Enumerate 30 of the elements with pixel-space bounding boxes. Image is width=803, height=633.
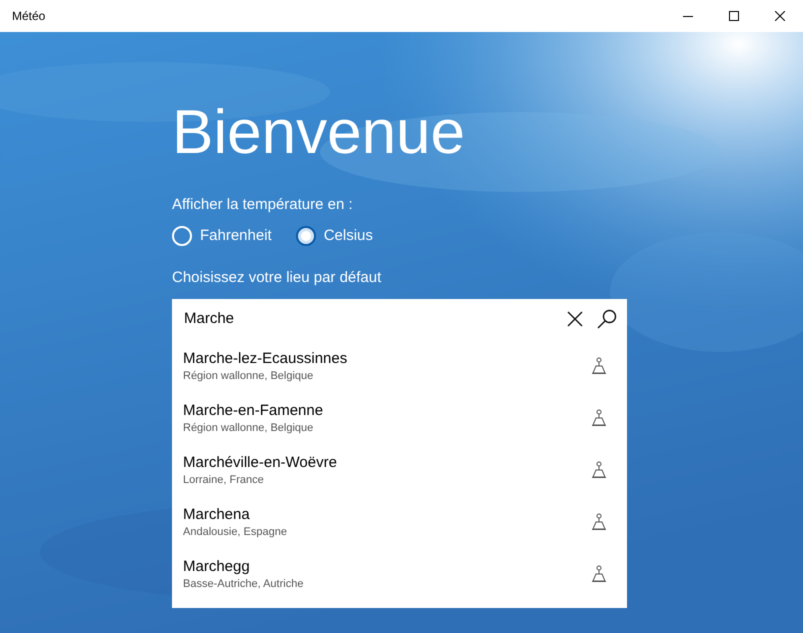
maximize-icon	[729, 11, 739, 21]
temperature-label: Afficher la température en :	[172, 195, 353, 215]
search-icon[interactable]	[595, 307, 619, 331]
region-name: Région wallonne, Belgique	[183, 368, 314, 382]
search-field[interactable]: Marche	[184, 308, 563, 330]
city-name: Marchegg	[183, 556, 250, 576]
welcome-heading: Bienvenue	[172, 102, 466, 164]
city-name: Marche-lez-Ecaussinnes	[183, 348, 348, 368]
result-item[interactable]: Marche-lez-Ecaussinnes Région wallonne, Belgique	[172, 340, 627, 392]
location-label: Choisissez votre lieu par défaut	[172, 268, 382, 288]
city-name: Marchéville-en-Woëvre	[183, 452, 337, 472]
landmark-icon	[591, 460, 607, 478]
landmark-icon	[591, 356, 607, 374]
landmark-icon	[591, 512, 607, 530]
city-name: Marchena	[183, 504, 250, 524]
city-name: Marche-en-Famenne	[183, 400, 324, 420]
close-icon	[775, 11, 785, 21]
result-item[interactable]: Marchéville-en-Woëvre Lorraine, France	[172, 444, 627, 496]
result-item[interactable]: Marchegg Basse-Autriche, Autriche	[172, 548, 627, 600]
region-name: Lorraine, France	[183, 472, 264, 486]
region-name: Andalousie, Espagne	[183, 524, 287, 538]
result-item[interactable]: Marchena Andalousie, Espagne	[172, 496, 627, 548]
result-item[interactable]: Marche-en-Famenne Région wallonne, Belgique	[172, 392, 627, 444]
landmark-icon	[591, 408, 607, 426]
region-name: Région wallonne, Belgique	[183, 420, 314, 434]
region-name: Basse-Autriche, Autriche	[183, 576, 304, 590]
unit-radio[interactable]: Fahrenheit	[172, 224, 272, 247]
unit-radio[interactable]: Celsius	[296, 224, 373, 247]
window-title: Météo	[11, 8, 46, 25]
landmark-icon	[591, 564, 607, 582]
